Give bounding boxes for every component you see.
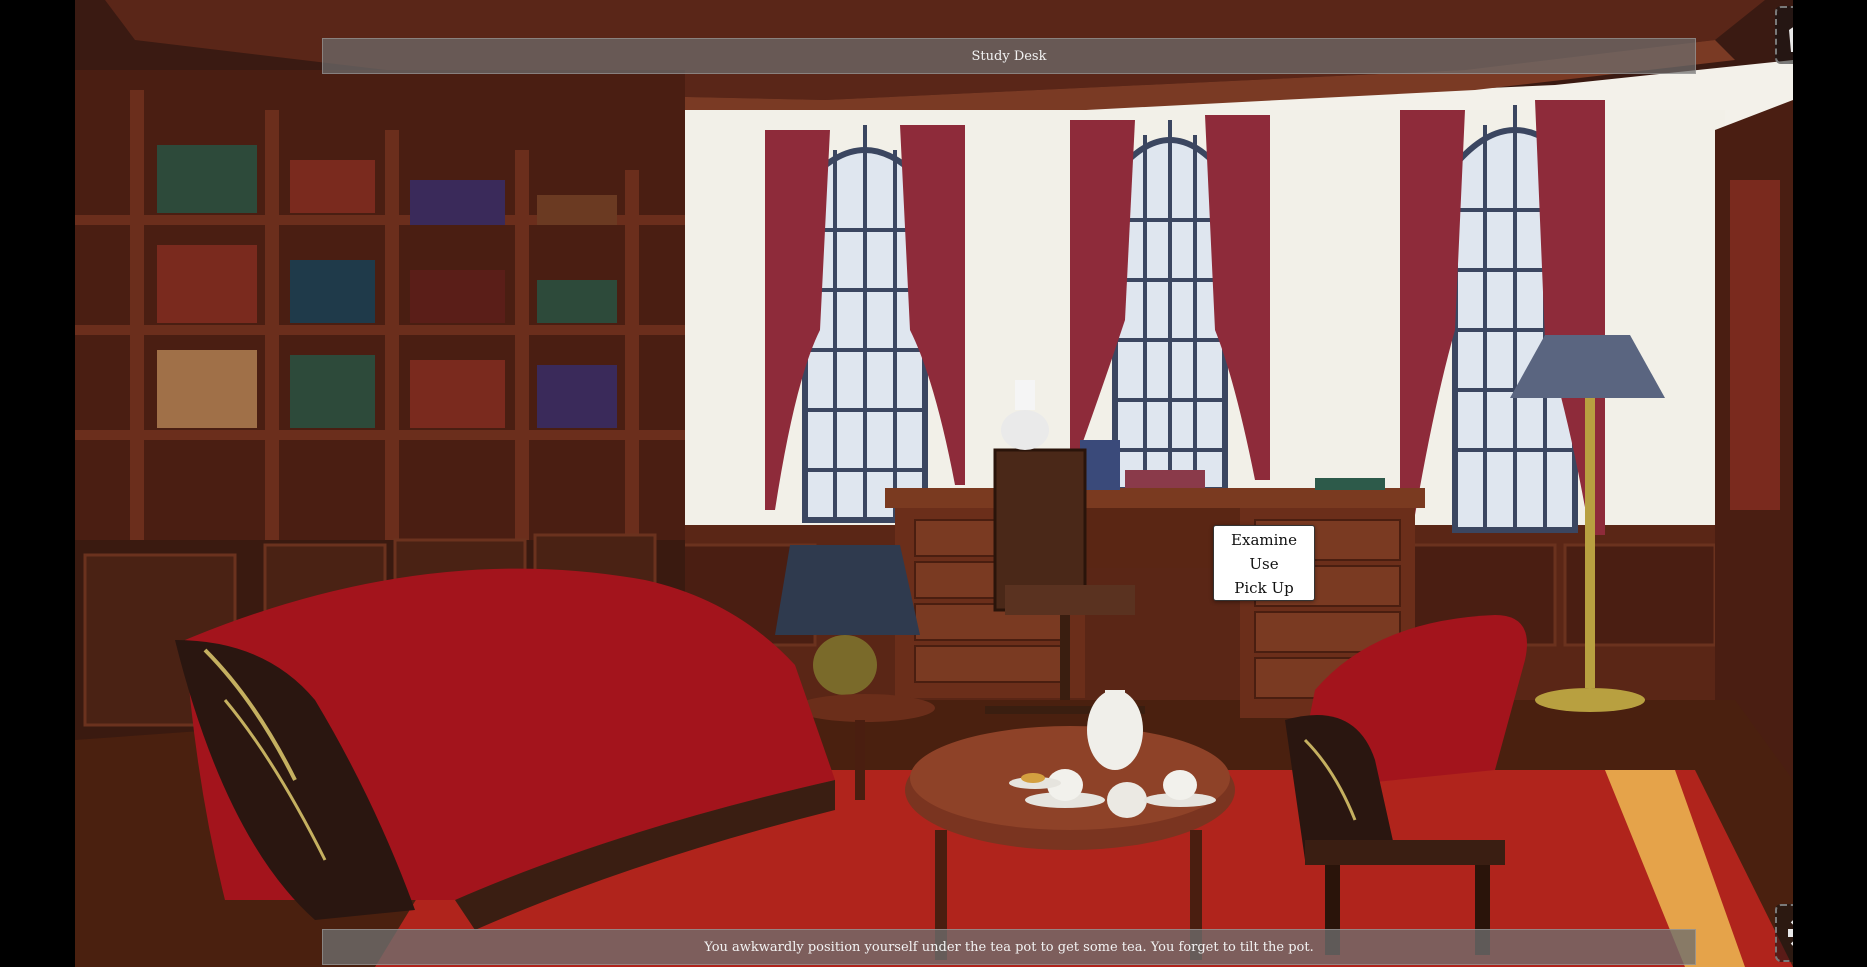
message-bar: You awkwardly position yourself under th… bbox=[322, 929, 1696, 965]
context-menu-pick-up[interactable]: Pick Up bbox=[1214, 576, 1314, 600]
game-stage: Study Desk Examine Use Pick Up You awkwa… bbox=[75, 0, 1793, 967]
context-menu: Examine Use Pick Up bbox=[1213, 525, 1315, 601]
context-menu-use[interactable]: Use bbox=[1214, 552, 1314, 576]
context-menu-examine[interactable]: Examine bbox=[1214, 528, 1314, 552]
study-room-scene bbox=[75, 0, 1793, 967]
books bbox=[1730, 180, 1780, 510]
location-title-bar: Study Desk bbox=[322, 38, 1696, 74]
location-title: Study Desk bbox=[971, 48, 1047, 64]
settings-button[interactable] bbox=[1775, 904, 1793, 962]
satchel-icon bbox=[1789, 27, 1793, 52]
gear-icon bbox=[1788, 916, 1793, 950]
message-text: You awkwardly position yourself under th… bbox=[704, 939, 1314, 955]
inventory-button[interactable] bbox=[1775, 6, 1793, 64]
